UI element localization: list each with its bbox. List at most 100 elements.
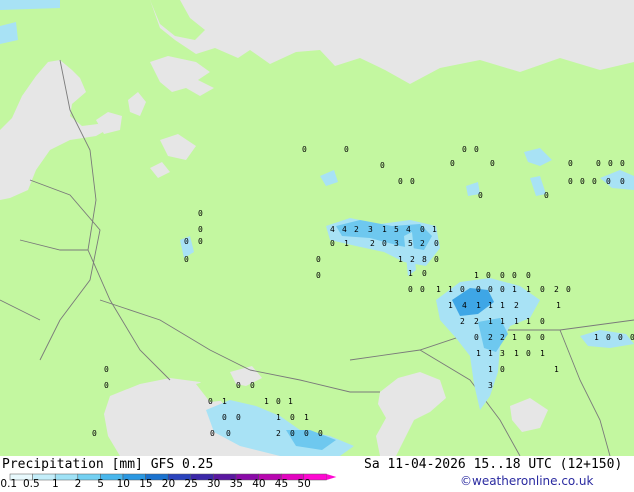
- precip-value-label: 0: [104, 381, 109, 390]
- precip-value-label: 1: [476, 301, 481, 310]
- precip-value-label: 0: [344, 145, 349, 154]
- site-credit[interactable]: ©weatheronline.co.uk: [460, 474, 593, 488]
- precip-value-label: 0: [304, 429, 309, 438]
- precip-value-label: 0: [198, 237, 203, 246]
- precip-value-label: 1: [488, 317, 493, 326]
- colorbar-tick-label: 40: [252, 478, 266, 490]
- precip-value-label: 5: [394, 225, 399, 234]
- colorbar-tick-label: 30: [207, 478, 221, 490]
- precip-value-label: 1: [408, 269, 413, 278]
- precip-value-label: 2: [354, 225, 359, 234]
- precip-value-label: 1: [514, 317, 519, 326]
- precip-value-label: 0: [474, 145, 479, 154]
- colorbar-tick-label: 25: [184, 478, 198, 490]
- precip-value-label: 0: [526, 271, 531, 280]
- colorbar-tick-label: 2: [74, 478, 82, 490]
- precip-value-label: 0: [630, 333, 634, 342]
- colorbar-tick-label: 50: [297, 478, 311, 490]
- map-title: Precipitation [mm] GFS 0.25: [2, 457, 214, 472]
- precip-value-label: 0: [422, 269, 427, 278]
- precip-value-label: 0: [380, 161, 385, 170]
- precip-value-label: 8: [422, 255, 427, 264]
- precip-value-label: 1: [526, 317, 531, 326]
- precip-value-label: 1: [448, 301, 453, 310]
- precip-value-label: 3: [488, 381, 493, 390]
- precip-value-label: 2: [514, 301, 519, 310]
- precip-value-label: 0: [500, 365, 505, 374]
- precip-value-label: 0: [544, 191, 549, 200]
- precip-value-label: 0: [566, 285, 571, 294]
- precip-value-label: 0: [92, 429, 97, 438]
- precip-value-label: 0: [606, 177, 611, 186]
- precip-value-label: 1: [382, 225, 387, 234]
- precip-value-label: 0: [488, 285, 493, 294]
- precip-value-label: 1: [488, 301, 493, 310]
- precip-value-label: 0: [608, 159, 613, 168]
- precip-value-label: 0: [290, 429, 295, 438]
- precip-value-label: 0: [580, 177, 585, 186]
- precip-value-label: 0: [490, 159, 495, 168]
- precip-value-label: 0: [568, 159, 573, 168]
- precip-value-label: 1: [474, 271, 479, 280]
- precip-value-label: 0: [512, 271, 517, 280]
- precip-value-label: 1: [304, 413, 309, 422]
- precip-value-label: 0: [410, 177, 415, 186]
- valid-time: Sa 11-04-2026 15..18 UTC (12+150): [364, 457, 623, 472]
- precip-value-label: 1: [222, 397, 227, 406]
- precip-value-label: 3: [368, 225, 373, 234]
- precip-value-label: 1: [398, 255, 403, 264]
- precip-value-label: 0: [450, 159, 455, 168]
- precip-value-label: 0: [290, 413, 295, 422]
- precip-value-label: 2: [410, 255, 415, 264]
- colorbar-arrow: [326, 474, 337, 480]
- colorbar-tick-label: 10: [116, 478, 130, 490]
- precip-value-label: 1: [476, 349, 481, 358]
- precip-value-label: 0: [434, 255, 439, 264]
- precip-value-label: 1: [448, 285, 453, 294]
- precip-value-label: 4: [342, 225, 347, 234]
- precip-value-label: 1: [344, 239, 349, 248]
- precip-value-label: 0: [460, 285, 465, 294]
- precip-value-label: 0: [198, 209, 203, 218]
- precip-value-label: 4: [406, 225, 411, 234]
- precip-value-label: 0: [318, 429, 323, 438]
- legend-footer: Precipitation [mm] GFS 0.25 Sa 11-04-202…: [0, 456, 634, 490]
- precip-value-label: 1: [512, 285, 517, 294]
- colorbar-tick-label: 1: [52, 478, 59, 490]
- precip-value-label: 3: [500, 349, 505, 358]
- precip-value-label: 0: [568, 177, 573, 186]
- precip-value-label: 0: [198, 225, 203, 234]
- precip-value-label: 0: [250, 381, 255, 390]
- precip-value-label: 1: [276, 413, 281, 422]
- precip-value-label: 0: [316, 271, 321, 280]
- precip-value-label: 0: [104, 365, 109, 374]
- precip-value-label: 1: [594, 333, 599, 342]
- precip-value-label: 0: [474, 333, 479, 342]
- colorbar-tick-label: 5: [97, 478, 104, 490]
- precip-value-label: 0: [592, 177, 597, 186]
- precip-value-label: 0: [408, 285, 413, 294]
- precip-value-label: 0: [236, 413, 241, 422]
- precip-value-label: 0: [540, 285, 545, 294]
- precip-value-label: 4: [330, 225, 335, 234]
- colorbar-tick-label: 0.5: [23, 478, 40, 490]
- precip-value-label: 1: [488, 349, 493, 358]
- precip-value-label: 2: [276, 429, 281, 438]
- precip-value-label: 0: [596, 159, 601, 168]
- precip-value-label: 0: [434, 239, 439, 248]
- precip-value-label: 0: [222, 413, 227, 422]
- precip-value-label: 2: [554, 285, 559, 294]
- precip-value-label: 2: [370, 239, 375, 248]
- precip-value-label: 1: [514, 349, 519, 358]
- precip-value-label: 1: [554, 365, 559, 374]
- precip-value-label: 0: [236, 381, 241, 390]
- colorbar-tick-label: 45: [274, 478, 289, 490]
- precip-value-label: 2: [488, 333, 493, 342]
- precip-value-label: 0: [486, 271, 491, 280]
- land-background: [0, 0, 634, 456]
- precip-value-label: 0: [276, 397, 281, 406]
- precip-value-label: 1: [512, 333, 517, 342]
- precip-value-label: 0: [476, 285, 481, 294]
- precip-value-label: 0: [226, 429, 231, 438]
- precip-value-label: 0: [526, 349, 531, 358]
